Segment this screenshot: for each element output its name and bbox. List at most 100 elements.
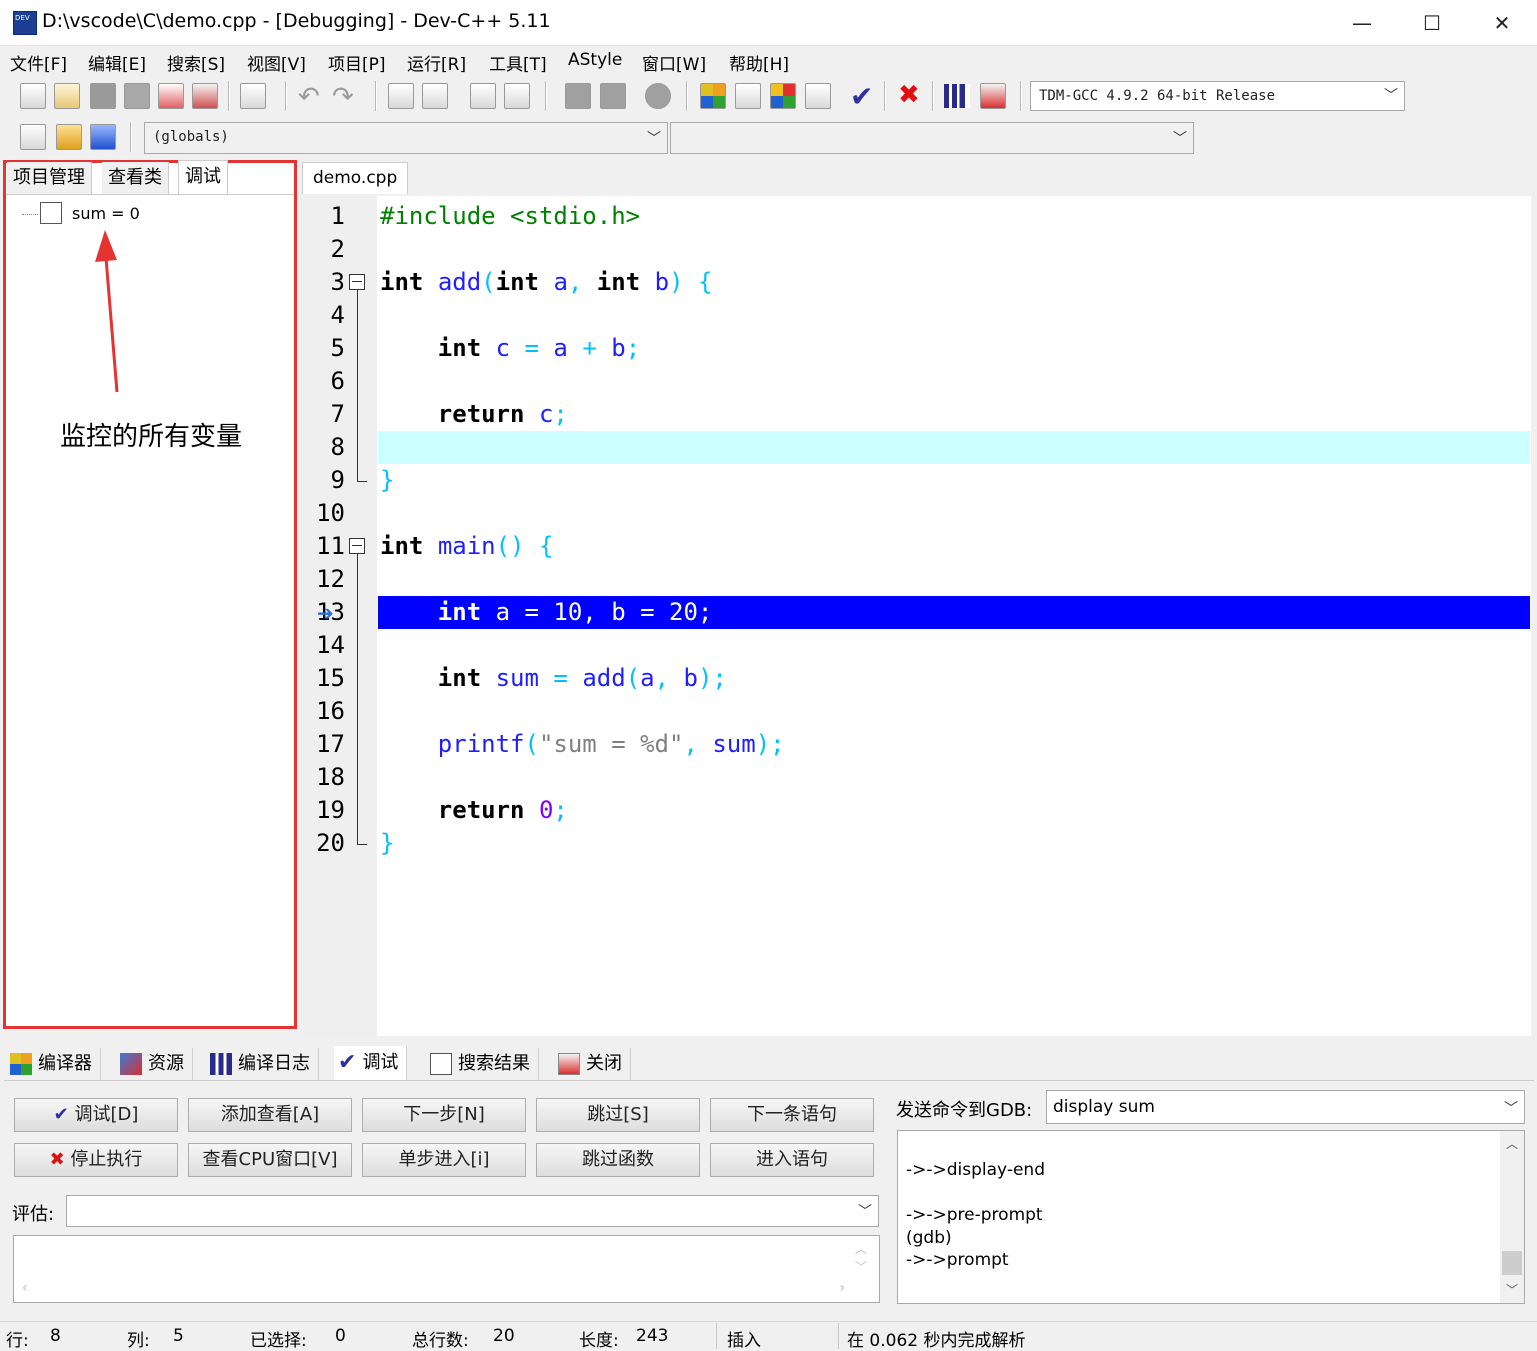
tab-demo-cpp[interactable]: demo.cpp [302,162,409,194]
bookmark-icon[interactable] [90,124,116,150]
delete-profile-icon[interactable] [980,83,1006,109]
status-insert-mode: 插入 [727,1331,761,1351]
open-file-icon[interactable] [54,83,80,109]
scroll-right-icon[interactable]: › [839,1280,845,1296]
eval-input[interactable]: ﹀ [66,1195,879,1227]
compile-icon[interactable] [700,83,726,109]
watch-item[interactable]: sum = 0 [72,204,140,223]
scroll-up-icon[interactable]: ︿ [855,1240,867,1257]
close-all-icon[interactable] [192,83,218,109]
gdb-line [906,1182,1045,1205]
gdb-scrollbar[interactable]: ︿ ﹀ [1500,1131,1524,1303]
save-icon[interactable] [90,83,116,109]
toolbar-separator [285,81,287,111]
indent-icon[interactable] [470,83,496,109]
stop-icon[interactable]: ✖ [898,80,920,110]
undo-icon[interactable]: ↶ [298,82,320,112]
add-watch-button[interactable]: 添加查看[A] [188,1098,352,1132]
chevron-down-icon: ﹀ [1384,88,1398,104]
tab-search-results[interactable]: 搜索结果 [426,1048,539,1080]
menu-view[interactable]: 视图[V] [247,50,306,75]
gdb-label: 发送命令到GDB: [896,1100,1033,1121]
menu-help[interactable]: 帮助[H] [729,50,789,75]
line-number: 20 [316,829,345,857]
main-toolbar: ↶ ↷ ✔ ✖ TDM-GCC 4.9.2 64-bit Release ﹀ [0,78,1410,114]
menu-run[interactable]: 运行[R] [407,50,466,75]
stop-execution-button[interactable]: ✖ 停止执行 [14,1143,178,1177]
view-cpu-window-button[interactable]: 查看CPU窗口[V] [188,1143,352,1177]
menu-window[interactable]: 窗口[W] [642,50,706,75]
debug-button[interactable]: ✔ 调试[D] [14,1098,178,1132]
gdb-command-input[interactable]: display sum ﹀ [1046,1090,1525,1124]
fold-toggle-icon[interactable] [349,274,365,290]
tab-close[interactable]: 关闭 [554,1048,631,1080]
eval-output[interactable]: ︿ ﹀ ‹ › [13,1235,880,1303]
fold-toggle-icon[interactable] [349,538,365,554]
scroll-down-icon[interactable]: ﹀ [1506,1281,1518,1298]
enter-statement-button[interactable]: 进入语句 [710,1143,874,1177]
tab-compiler[interactable]: 编译器 [6,1048,101,1080]
new-file-icon[interactable] [20,83,46,109]
goto-line-icon[interactable] [504,83,530,109]
tab-project-manager[interactable]: 项目管理 [7,162,92,194]
scroll-thumb[interactable] [1502,1251,1522,1275]
next-statement-button[interactable]: 下一条语句 [710,1098,874,1132]
current-line-highlight [378,431,1530,464]
step-into-button[interactable]: 单步进入[i] [362,1143,526,1177]
menu-search[interactable]: 搜索[S] [167,50,225,75]
menu-file[interactable]: 文件[F] [10,50,67,75]
status-selected: 0 [335,1326,346,1346]
status-row: 8 [50,1326,61,1346]
close-button[interactable]: ✕ [1467,0,1537,46]
compiler-select[interactable]: TDM-GCC 4.9.2 64-bit Release ﹀ [1030,81,1405,111]
menu-edit[interactable]: 编辑[E] [88,50,146,75]
menu-tools[interactable]: 工具[T] [489,50,547,75]
code-line-3: int add(int a, int b) { [380,268,713,296]
find-icon[interactable] [388,83,414,109]
tab-resources[interactable]: 资源 [116,1048,193,1080]
status-row-label: 行: [6,1331,29,1351]
replace-icon[interactable] [422,83,448,109]
code-line-1: #include <stdio.h> [380,202,641,230]
gdb-output[interactable]: ->->display-end ->->pre-prompt (gdb) ->-… [897,1130,1525,1304]
redo-icon[interactable]: ↷ [332,82,354,112]
class-toolbar: (globals) ﹀ ﹀ [0,119,1196,155]
menu-project[interactable]: 项目[P] [328,50,386,75]
compile-run-icon[interactable] [770,83,796,109]
tab-divider [6,194,294,195]
scroll-down-icon[interactable]: ﹀ [855,1258,867,1275]
comment-icon[interactable] [645,83,671,109]
close-file-icon[interactable] [158,83,184,109]
save-all-icon[interactable] [124,83,150,109]
profile-icon[interactable] [944,84,970,108]
tab-label: 资源 [148,1053,184,1074]
skip-button[interactable]: 跳过[S] [536,1098,700,1132]
line-number: 11 [316,532,345,560]
status-bar [0,1321,1537,1351]
tab-compile-log[interactable]: 编译日志 [206,1048,319,1080]
tab-label: 编译器 [38,1053,92,1074]
scroll-up-icon[interactable]: ︿ [1506,1135,1518,1152]
scroll-left-icon[interactable]: ‹ [22,1280,28,1296]
run-icon[interactable] [735,83,761,109]
menu-astyle[interactable]: AStyle [568,50,622,70]
tab-class-browser[interactable]: 查看类 [102,162,169,194]
next-step-button[interactable]: 下一步[N] [362,1098,526,1132]
toggle-icon[interactable] [56,124,82,150]
scope-select[interactable]: (globals) ﹀ [144,122,668,154]
skip-function-button[interactable]: 跳过函数 [536,1143,700,1177]
maximize-button[interactable]: ☐ [1397,0,1467,46]
rebuild-icon[interactable] [805,83,831,109]
tab-debug[interactable]: 调试 [178,160,228,194]
resources-icon [120,1053,142,1075]
insert-icon[interactable] [20,124,46,150]
line-number: 5 [330,334,345,362]
function-select[interactable]: ﹀ [670,122,1194,154]
print-icon[interactable] [240,83,266,109]
syntax-check-icon[interactable]: ✔ [850,80,873,113]
toggle-bookmark-icon[interactable] [565,83,591,109]
tab-debug-bottom[interactable]: ✔ 调试 [334,1046,408,1080]
minimize-button[interactable]: — [1327,0,1397,46]
goto-bookmark-icon[interactable] [600,83,626,109]
tab-label: 关闭 [586,1053,622,1074]
